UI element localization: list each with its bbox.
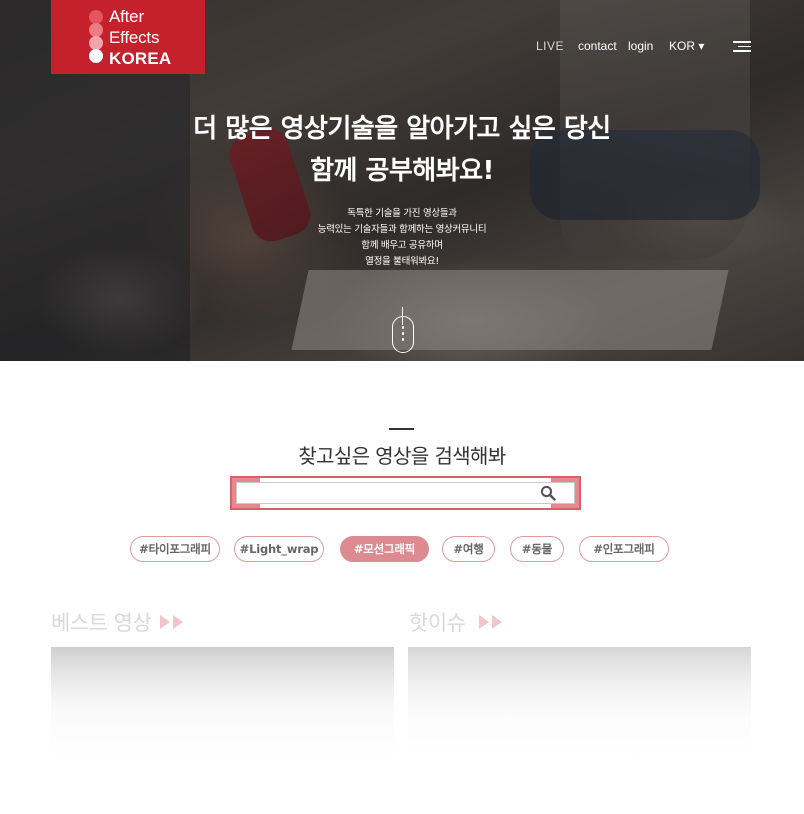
- nav-contact-link[interactable]: contact: [578, 39, 617, 53]
- tag-list: #타이포그래피 #Light_wrap #모션그래픽 #여행 #동물 #인포그래…: [0, 536, 804, 562]
- hero-title-line-1: 더 많은 영상기술을 알아가고 싶은 당신: [193, 114, 611, 144]
- search-box: [230, 476, 581, 510]
- best-videos-title: 베스트 영상: [51, 611, 152, 635]
- card-fade-overlay: [408, 647, 751, 762]
- card-fade-overlay: [51, 647, 394, 762]
- hero-subtitle-line: 열정을 불태워봐요!: [365, 256, 439, 267]
- logo-text: After Effects KOREA: [109, 6, 171, 69]
- hot-issue-card[interactable]: [408, 647, 751, 762]
- hot-issue-title: 핫이슈: [409, 611, 466, 635]
- nav-live-link[interactable]: LIVE: [536, 39, 564, 53]
- tag-animals[interactable]: #동물: [510, 536, 564, 562]
- tag-typography[interactable]: #타이포그래피: [130, 536, 220, 562]
- language-label: KOR: [669, 39, 696, 53]
- language-select[interactable]: KOR ▾: [669, 39, 704, 53]
- site-logo[interactable]: After Effects KOREA: [51, 0, 205, 74]
- logo-dots-icon: [89, 10, 103, 66]
- tag-infographics[interactable]: #인포그래피: [579, 536, 669, 562]
- tag-motion-graphics[interactable]: #모션그래픽: [340, 536, 429, 562]
- logo-line-2: Effects: [109, 28, 160, 47]
- logo-line-1: After: [109, 7, 144, 26]
- best-videos-card[interactable]: [51, 647, 394, 762]
- scroll-mouse-icon[interactable]: [392, 316, 414, 353]
- search-input[interactable]: [236, 482, 575, 504]
- hero-subtitle-line: 함께 배우고 공유하며: [361, 240, 443, 251]
- search-icon[interactable]: [540, 485, 556, 501]
- hero-banner: After Effects KOREA LIVE contact login K…: [0, 0, 804, 361]
- tag-light-wrap[interactable]: #Light_wrap: [234, 536, 324, 562]
- logo-line-3: KOREA: [109, 49, 172, 68]
- tag-travel[interactable]: #여행: [442, 536, 495, 562]
- search-title: 찾고싶은 영상을 검색해봐: [298, 444, 506, 468]
- nav-login-link[interactable]: login: [628, 39, 653, 53]
- hero-subtitle-line: 독특한 기술을 가진 영상들과: [347, 208, 457, 219]
- hamburger-menu-icon[interactable]: [733, 41, 751, 52]
- hero-subtitle-line: 능력있는 기술자들과 함께하는 영상커뮤니티: [317, 224, 487, 235]
- section-divider: [389, 428, 414, 430]
- hero-title-line-2: 함께 공부해봐요!: [310, 156, 494, 186]
- double-play-arrow-icon[interactable]: [479, 615, 505, 629]
- chevron-down-icon: ▾: [698, 39, 705, 53]
- double-play-arrow-icon[interactable]: [160, 615, 186, 629]
